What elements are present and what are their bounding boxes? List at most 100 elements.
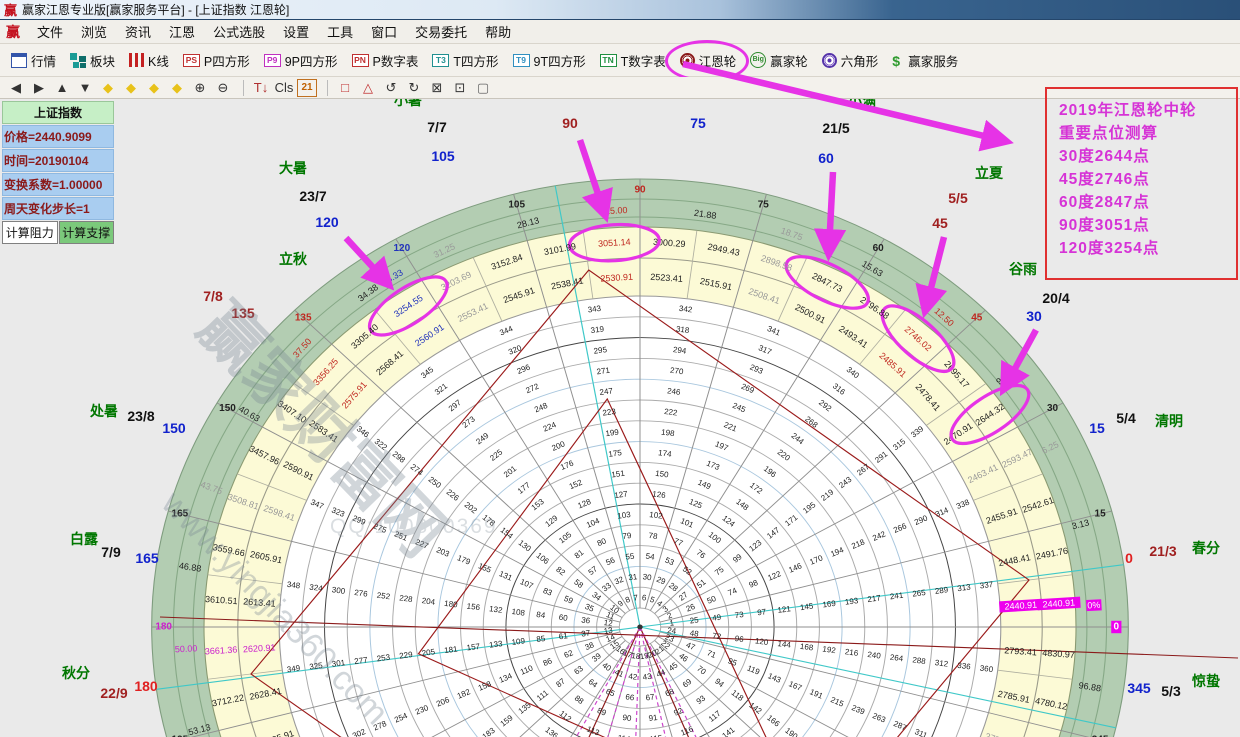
- svg-text:23/7: 23/7: [299, 188, 326, 204]
- nav-button-zoom-in-icon[interactable]: ⊕: [190, 79, 210, 97]
- svg-text:319: 319: [590, 324, 605, 335]
- toolbar-item-t-square[interactable]: T3T四方形: [425, 47, 505, 74]
- nav-button-cls[interactable]: Cls: [274, 79, 294, 97]
- menu-item-3[interactable]: 江恩: [160, 22, 204, 43]
- annotation-line-4: 60度2847点: [1059, 191, 1236, 214]
- toolbar-item-9t-square[interactable]: T9 9T四方形: [506, 47, 593, 74]
- svg-text:174: 174: [658, 448, 673, 459]
- dollar-icon: $: [892, 53, 904, 68]
- svg-text:192: 192: [822, 645, 837, 656]
- menu-item-1[interactable]: 浏览: [72, 22, 116, 43]
- svg-text:264: 264: [889, 653, 904, 664]
- menu-bar: 赢 文件浏览资讯江恩公式选股设置工具窗口交易委托帮助: [0, 20, 1240, 44]
- toolbar-item-hexagon[interactable]: 六角形: [815, 47, 886, 74]
- svg-text:324: 324: [309, 583, 324, 594]
- toolbar-label-9t-square: 9T四方形: [534, 51, 586, 70]
- nav-button-zoom-out-icon[interactable]: ⊖: [213, 79, 233, 97]
- svg-text:90: 90: [634, 185, 646, 196]
- menu-item-4[interactable]: 公式选股: [204, 22, 274, 43]
- nav-button-fit-tool-icon[interactable]: ⊡: [450, 79, 470, 97]
- svg-text:199: 199: [605, 427, 620, 438]
- toolbar-label-quotes: 行情: [31, 51, 56, 70]
- toolbar-item-p-square[interactable]: PSP四方形: [176, 47, 257, 74]
- svg-text:253: 253: [376, 653, 391, 664]
- svg-text:121: 121: [777, 604, 792, 615]
- qq-watermark: QQ:100800369: [330, 515, 498, 538]
- nav-button-shift-down-icon[interactable]: ◆: [167, 79, 187, 97]
- badge-icon: P9: [264, 54, 281, 67]
- calc-resistance-button[interactable]: 计算阻力: [2, 221, 58, 244]
- toolbar-item-winner-wheel[interactable]: Big赢家轮: [743, 47, 815, 74]
- toolbar-item-quotes[interactable]: 行情: [4, 47, 63, 74]
- info-panel: 上证指数 价格=2440.9099时间=20190104变换系数=1.00000…: [2, 101, 114, 244]
- svg-text:180: 180: [444, 599, 459, 610]
- svg-text:223: 223: [602, 407, 617, 418]
- badge-icon: T9: [513, 54, 530, 67]
- toolbar-item-kline[interactable]: K线: [122, 47, 176, 74]
- badge-icon: T3: [432, 54, 449, 67]
- menu-item-2[interactable]: 资讯: [116, 22, 160, 43]
- svg-text:84: 84: [536, 610, 547, 620]
- svg-text:75: 75: [690, 115, 706, 131]
- nav-button-prev-icon[interactable]: ◀: [6, 79, 26, 97]
- svg-text:15: 15: [1095, 508, 1107, 519]
- svg-text:198: 198: [661, 428, 676, 439]
- calc-support-button[interactable]: 计算支撑: [59, 221, 115, 244]
- menu-item-5[interactable]: 设置: [274, 22, 318, 43]
- toolbar-label-sectors: 板块: [90, 51, 115, 70]
- nav-button-next-icon[interactable]: ▶: [29, 79, 49, 97]
- toolbar-item-sectors[interactable]: 板块: [63, 47, 122, 74]
- svg-text:181: 181: [444, 644, 459, 655]
- svg-text:216: 216: [844, 647, 859, 658]
- annotation-line-5: 90度3051点: [1059, 214, 1236, 237]
- nav-button-rotate-cw-icon[interactable]: ↻: [404, 79, 424, 97]
- menu-item-8[interactable]: 交易委托: [406, 22, 476, 43]
- nav-button-square-tool-icon[interactable]: □: [335, 79, 355, 97]
- menu-item-6[interactable]: 工具: [318, 22, 362, 43]
- svg-text:102: 102: [649, 510, 664, 521]
- toolbar-label-winner-wheel: 赢家轮: [770, 51, 808, 70]
- main-toolbar: 行情 板块 K线PSP四方形 P9 9P四方形 PNP数字表T3T四方形 T9 9T四方形 TN…: [0, 44, 1240, 77]
- svg-text:秋分: 秋分: [62, 665, 90, 681]
- svg-text:73: 73: [734, 610, 745, 620]
- nav-button-shift-right-icon[interactable]: ◆: [121, 79, 141, 97]
- toolbar-label-gann-wheel: 江恩轮: [699, 51, 737, 70]
- toolbar-item-gann-wheel[interactable]: 江恩轮: [673, 47, 744, 74]
- menu-item-7[interactable]: 窗口: [362, 22, 406, 43]
- nav-button-price-time[interactable]: T↓: [251, 79, 271, 97]
- svg-text:21/3: 21/3: [1149, 543, 1176, 559]
- svg-text:295: 295: [593, 345, 608, 356]
- nav-button-shift-left-icon[interactable]: ◆: [98, 79, 118, 97]
- svg-text:222: 222: [664, 407, 679, 418]
- table-icon: [11, 53, 27, 68]
- svg-text:133: 133: [489, 639, 504, 650]
- svg-text:5/4: 5/4: [1116, 410, 1136, 426]
- nav-button-up-icon[interactable]: ▲: [52, 79, 72, 97]
- nav-button-screen-tool-icon[interactable]: ▢: [473, 79, 493, 97]
- nav-button-calendar[interactable]: 21: [297, 79, 317, 97]
- badge-icon: PS: [183, 54, 200, 67]
- menu-item-0[interactable]: 文件: [28, 22, 72, 43]
- svg-text:246: 246: [667, 386, 682, 397]
- nav-button-rotate-ccw-icon[interactable]: ↺: [381, 79, 401, 97]
- nav-button-down-icon[interactable]: ▼: [75, 79, 95, 97]
- svg-text:60: 60: [818, 150, 834, 166]
- nav-button-triangle-tool-icon[interactable]: △: [358, 79, 378, 97]
- nav-button-shift-up-icon[interactable]: ◆: [144, 79, 164, 97]
- svg-text:91: 91: [648, 713, 659, 723]
- svg-text:79: 79: [622, 531, 633, 541]
- toolbar-item-p-number-table[interactable]: PNP数字表: [345, 47, 426, 74]
- toolbar-item-9p-square[interactable]: P9 9P四方形: [257, 47, 345, 74]
- toolbar-item-winner-service[interactable]: $赢家服务: [885, 47, 965, 74]
- menu-item-9[interactable]: 帮助: [476, 22, 520, 43]
- svg-text:0: 0: [1125, 550, 1133, 566]
- svg-text:24: 24: [667, 626, 678, 636]
- svg-text:36: 36: [581, 615, 592, 625]
- svg-text:23/8: 23/8: [127, 408, 154, 424]
- nav-button-delete-tool-icon[interactable]: ⊠: [427, 79, 447, 97]
- toolbar-label-9p-square: 9P四方形: [285, 51, 338, 70]
- svg-text:132: 132: [489, 604, 504, 615]
- svg-text:156: 156: [466, 602, 481, 613]
- toolbar-item-t-number-table[interactable]: TNT数字表: [593, 47, 673, 74]
- svg-text:大暑: 大暑: [279, 160, 307, 176]
